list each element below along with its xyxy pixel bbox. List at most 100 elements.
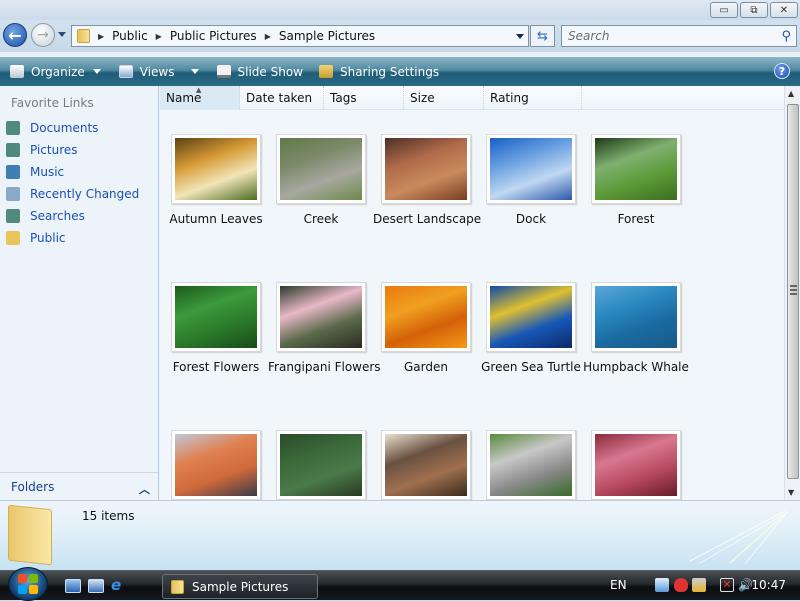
file-item[interactable]: Frangipani Flowers	[268, 282, 381, 374]
forward-button[interactable]: →	[31, 23, 55, 47]
thumbnail-frame	[276, 134, 366, 204]
thumbnail-image	[490, 434, 572, 496]
organize-icon	[10, 65, 24, 78]
thumbnail-image	[595, 286, 677, 348]
breadcrumb-separator-icon[interactable]: ▶	[98, 32, 104, 41]
file-name: Frangipani Flowers	[268, 360, 381, 374]
sharing-icon	[318, 65, 333, 78]
address-bar[interactable]: ▶ Public ▶ Public Pictures ▶ Sample Pict…	[71, 25, 529, 47]
file-item[interactable]: Winter Leaves	[583, 430, 689, 500]
column-label: Size	[410, 91, 435, 105]
thumbnail-frame	[276, 282, 366, 352]
command-bar: Organize Views Slide Show Sharing Settin…	[0, 57, 800, 86]
file-name: Autumn Leaves	[169, 212, 263, 226]
windows-update-icon[interactable]	[692, 578, 706, 592]
slide-show-button[interactable]: Slide Show	[215, 61, 305, 83]
scroll-up-icon[interactable]: ▲	[788, 89, 794, 98]
pictures-icon	[6, 143, 20, 157]
scroll-down-icon[interactable]: ▼	[788, 488, 794, 497]
minimize-button[interactable]: ▭	[710, 2, 738, 18]
network-disconnected-icon[interactable]: ✕	[720, 578, 734, 592]
organize-button[interactable]: Organize	[8, 61, 103, 83]
breadcrumb-public-pictures[interactable]: Public Pictures	[170, 29, 257, 43]
search-icon[interactable]: ⚲	[781, 29, 791, 44]
sharing-settings-button[interactable]: Sharing Settings	[317, 61, 441, 83]
vertical-scrollbar[interactable]: ▲ ▼	[784, 86, 800, 500]
file-item[interactable]: Creek	[268, 134, 374, 226]
language-indicator[interactable]: EN	[610, 578, 627, 592]
thumbnail-frame	[171, 430, 261, 500]
thumbnail-frame	[276, 430, 366, 500]
file-item[interactable]: Forest	[583, 134, 689, 226]
views-label: Views	[139, 64, 175, 79]
title-bar: ▭ ⧉ ✕	[0, 0, 800, 20]
breadcrumb-public[interactable]: Public	[112, 29, 148, 43]
thumbnail-frame	[591, 134, 681, 204]
favorite-link-label: Music	[30, 165, 65, 179]
file-item[interactable]: Desert Landscape	[373, 134, 481, 226]
breadcrumb-separator-icon[interactable]: ▶	[156, 32, 162, 41]
taskbar-window-sample-pictures[interactable]: Sample Pictures	[162, 574, 318, 599]
views-button[interactable]: Views	[117, 61, 201, 83]
file-item[interactable]: Forest Flowers	[163, 282, 269, 374]
show-desktop-icon[interactable]	[65, 579, 81, 593]
thumbnail-image	[595, 434, 677, 496]
favorite-link-public[interactable]: Public	[6, 228, 66, 248]
recent-pages-dropdown[interactable]	[58, 32, 66, 37]
thumbnail-image	[595, 138, 677, 200]
file-item[interactable]: Green Sea Turtle	[478, 282, 584, 374]
file-item[interactable]: Tree	[373, 430, 479, 500]
column-label: Rating	[490, 91, 529, 105]
switch-windows-icon[interactable]	[88, 579, 104, 593]
column-date-taken[interactable]: Date taken	[240, 86, 324, 110]
favorite-link-music[interactable]: Music	[6, 162, 64, 182]
file-item[interactable]: Garden	[373, 282, 479, 374]
clock[interactable]: 10:47	[751, 578, 786, 592]
network-status-icon[interactable]	[655, 578, 669, 592]
favorite-link-pictures[interactable]: Pictures	[6, 140, 78, 160]
file-item[interactable]: Humpback Whale	[583, 282, 689, 374]
column-rating[interactable]: Rating	[484, 86, 582, 110]
favorite-link-label: Public	[30, 231, 66, 245]
scrollbar-thumb[interactable]	[787, 104, 799, 479]
file-item[interactable]: Waterfall	[478, 430, 584, 500]
windows-logo-icon	[18, 574, 27, 583]
breadcrumb-separator-icon[interactable]: ▶	[265, 32, 271, 41]
column-tags[interactable]: Tags	[324, 86, 404, 110]
music-icon	[6, 165, 20, 179]
restore-button[interactable]: ⧉	[740, 2, 768, 18]
internet-explorer-icon[interactable]: e	[111, 576, 127, 594]
file-name: Garden	[404, 360, 448, 374]
file-item[interactable]: Autumn Leaves	[163, 134, 269, 226]
column-size[interactable]: Size	[404, 86, 484, 110]
breadcrumb-sample-pictures[interactable]: Sample Pictures	[279, 29, 375, 43]
sharing-settings-label: Sharing Settings	[339, 64, 440, 79]
back-button[interactable]: ←	[3, 23, 27, 47]
chevron-up-icon: ︿	[139, 483, 150, 496]
favorite-link-recently-changed[interactable]: Recently Changed	[6, 184, 139, 204]
search-input[interactable]	[568, 29, 768, 43]
sort-ascending-icon: ▲	[196, 86, 202, 94]
folders-toggle[interactable]: Folders ︿	[0, 472, 158, 500]
volume-icon[interactable]: 🔊	[738, 578, 753, 592]
help-button[interactable]: ?	[774, 63, 790, 79]
chevron-down-icon	[92, 69, 101, 74]
help-icon: ?	[778, 64, 786, 78]
file-item[interactable]: Toco Toucan	[268, 430, 374, 500]
security-center-icon[interactable]	[674, 578, 688, 592]
thumbnail-frame	[486, 134, 576, 204]
search-box[interactable]: ⚲	[561, 25, 797, 47]
item-count: 15 items	[82, 509, 135, 523]
taskbar-window-label: Sample Pictures	[192, 579, 289, 594]
favorite-link-label: Pictures	[30, 143, 78, 157]
favorite-link-searches[interactable]: Searches	[6, 206, 85, 226]
favorite-link-documents[interactable]: Documents	[6, 118, 98, 138]
refresh-button[interactable]: ⇆	[530, 25, 555, 47]
start-button[interactable]	[8, 567, 48, 601]
address-dropdown-icon[interactable]	[516, 34, 524, 39]
column-name[interactable]: ▲ Name	[160, 86, 240, 110]
file-name: Green Sea Turtle	[481, 360, 581, 374]
file-item[interactable]: Oryx Antelope	[163, 430, 269, 500]
file-item[interactable]: Dock	[478, 134, 584, 226]
close-button[interactable]: ✕	[770, 2, 798, 18]
